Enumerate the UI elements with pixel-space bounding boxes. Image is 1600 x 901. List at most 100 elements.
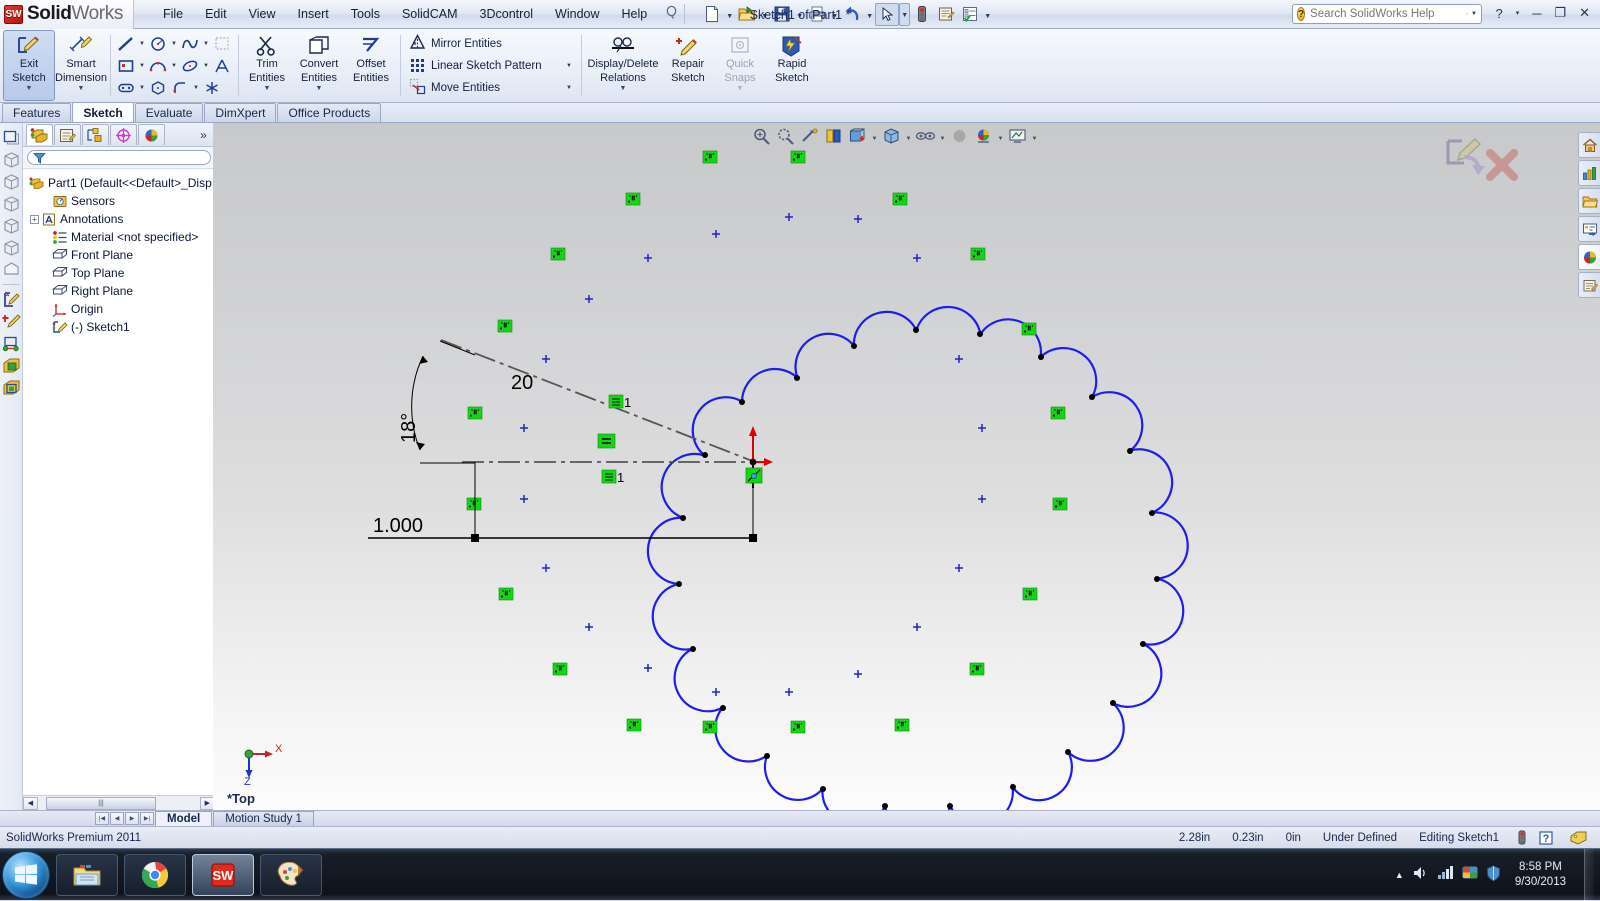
help-button[interactable]: ? <box>1491 6 1506 21</box>
feature-manager-more[interactable]: » <box>200 128 207 142</box>
nav-prev-button[interactable]: ◀ <box>110 812 124 825</box>
configuration-manager-tab[interactable] <box>82 124 109 145</box>
menu-edit[interactable]: Edit <box>194 3 238 25</box>
ellipse-icon[interactable] <box>179 56 201 76</box>
tab-dimxpert[interactable]: DimXpert <box>204 103 276 122</box>
save-file-caret[interactable]: ▼ <box>794 3 805 26</box>
tree-item-top-plane[interactable]: Top Plane <box>27 264 212 282</box>
menu-file[interactable]: File <box>152 3 194 25</box>
nav-first-button[interactable]: |◀ <box>95 812 109 825</box>
tab-motion-study[interactable]: Motion Study 1 <box>213 811 314 826</box>
convert-entities-button[interactable]: Convert Entities ▼ <box>293 30 345 101</box>
scrollbar-track[interactable]: ||| <box>38 797 200 810</box>
dimetric-view-icon[interactable] <box>0 193 22 214</box>
smart-dimension-tool-icon[interactable] <box>0 311 22 332</box>
new-sketch-icon[interactable] <box>0 289 22 310</box>
spline-icon[interactable] <box>179 34 201 54</box>
slot-icon[interactable] <box>115 78 137 98</box>
paint-icon[interactable] <box>260 854 322 896</box>
section-view-icon[interactable] <box>0 237 22 258</box>
search-library-icon[interactable] <box>1578 216 1600 242</box>
count-dimension-value[interactable]: 20 <box>511 372 533 394</box>
radius-dimension-value[interactable]: 1.000 <box>373 515 423 537</box>
three-point-arc-icon[interactable] <box>147 56 169 76</box>
network-icon[interactable] <box>1437 865 1454 884</box>
new-file-icon[interactable] <box>700 3 724 26</box>
menu-solidcam[interactable]: SolidCAM <box>391 3 469 25</box>
nav-next-button[interactable]: ▶ <box>125 812 139 825</box>
tree-expander[interactable]: + <box>30 215 39 224</box>
search-caret[interactable]: ▼ <box>1471 11 1477 17</box>
sketch-profile[interactable] <box>648 307 1188 810</box>
circle-caret[interactable]: ▼ <box>169 34 179 54</box>
graphics-area[interactable]: ▼ ▼ ▼ ▼ ▼ <box>213 123 1600 810</box>
taskbar-clock[interactable]: 8:58 PM 9/30/2013 <box>1509 860 1572 890</box>
angle-dimension-value[interactable]: 18° <box>398 413 420 443</box>
view-orientation-icon[interactable] <box>0 127 22 148</box>
options-checklist-icon[interactable] <box>958 3 982 26</box>
shaded-view-icon[interactable] <box>0 259 22 280</box>
arc-caret[interactable]: ▼ <box>169 56 179 76</box>
sketch-fillet-grid-icon[interactable] <box>211 34 233 54</box>
tree-item-annotations[interactable]: + Annotations <box>27 210 212 228</box>
text-icon[interactable] <box>211 56 233 76</box>
cursor-arrow-icon[interactable] <box>875 3 899 26</box>
quick-snaps-button[interactable]: Quick Snaps ▼ <box>714 30 766 101</box>
extruded-boss-icon[interactable] <box>0 355 22 376</box>
tree-item-part1[interactable]: Part1 (Default<<Default>_Disp <box>27 174 212 192</box>
menu-tools[interactable]: Tools <box>340 3 391 25</box>
pushpin-icon[interactable] <box>664 5 679 23</box>
appearances-scenes-icon[interactable] <box>1578 244 1600 270</box>
menu-3dcontrol[interactable]: 3Dcontrol <box>469 3 545 25</box>
polygon-icon[interactable] <box>147 78 169 98</box>
slot-caret[interactable]: ▼ <box>137 78 147 98</box>
tree-item-material[interactable]: Material <not specified> <box>27 228 212 246</box>
windows-explorer-icon[interactable] <box>56 854 118 896</box>
offset-entities-button[interactable]: Offset Entities <box>345 30 397 101</box>
print-caret[interactable]: ▼ <box>829 3 840 26</box>
tree-item-origin[interactable]: Origin <box>27 300 212 318</box>
file-explorer-icon[interactable] <box>1578 188 1600 214</box>
fillet-icon[interactable] <box>169 78 191 98</box>
tree-item-sketch1[interactable]: (-) Sketch1 <box>27 318 212 336</box>
menu-window[interactable]: Window <box>544 3 610 25</box>
help-caret[interactable]: ▾ <box>1512 9 1524 17</box>
volume-icon[interactable] <box>1412 865 1429 884</box>
isometric-view-icon[interactable] <box>0 149 22 170</box>
traffic-light-icon[interactable] <box>910 3 934 26</box>
tree-horizontal-scrollbar[interactable]: ◀ ||| ▶ <box>23 795 215 810</box>
spline-caret[interactable]: ▼ <box>201 34 211 54</box>
tab-features[interactable]: Features <box>2 103 71 122</box>
rapid-sketch-button[interactable]: Rapid Sketch <box>766 30 818 101</box>
rectangle-icon[interactable] <box>115 56 137 76</box>
mirror-entities-button[interactable]: Mirror Entities <box>407 34 574 54</box>
selected-relation-badge[interactable] <box>746 468 762 483</box>
scroll-left-button[interactable]: ◀ <box>23 797 38 810</box>
tray-expand-arrow[interactable]: ▲ <box>1395 870 1404 880</box>
undo-caret[interactable]: ▼ <box>864 3 875 26</box>
tree-item-sensors[interactable]: Sensors <box>27 192 212 210</box>
properties-icon[interactable] <box>934 3 958 26</box>
sketch-canvas[interactable]: 20 1 1 18° 1.000 <box>213 123 1600 810</box>
smart-dimension-dropdown[interactable]: ▼ <box>78 85 85 92</box>
flag-icon[interactable] <box>1462 865 1478 884</box>
normal-to-view-icon[interactable] <box>0 215 22 236</box>
tab-office-products[interactable]: Office Products <box>277 103 381 122</box>
save-disk-icon[interactable] <box>770 3 794 26</box>
menu-insert[interactable]: Insert <box>287 3 340 25</box>
scrollbar-thumb[interactable]: ||| <box>46 797 156 810</box>
help-search-box[interactable]: ? ▼ <box>1292 4 1482 24</box>
extruded-cut-icon[interactable] <box>0 377 22 398</box>
rectangle-caret[interactable]: ▼ <box>137 56 147 76</box>
options-caret[interactable]: ▼ <box>982 3 993 26</box>
new-file-caret[interactable]: ▼ <box>724 3 735 26</box>
menu-view[interactable]: View <box>238 3 287 25</box>
trimetric-view-icon[interactable] <box>0 171 22 192</box>
move-entities-button[interactable]: Move Entities ▼ <box>407 78 574 98</box>
tree-item-front-plane[interactable]: Front Plane <box>27 246 212 264</box>
convert-dropdown[interactable]: ▼ <box>316 85 323 92</box>
windows-start-orb[interactable] <box>2 851 50 899</box>
rebuild-status-icon[interactable] <box>1510 829 1534 847</box>
add-relation-icon[interactable] <box>0 333 22 354</box>
open-file-caret[interactable]: ▼ <box>759 3 770 26</box>
